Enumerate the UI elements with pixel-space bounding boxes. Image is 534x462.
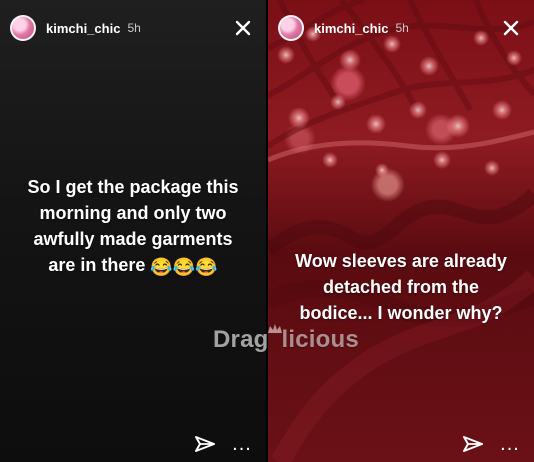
laughing-emoji-icon: 😂 — [172, 257, 196, 278]
send-icon — [195, 436, 215, 452]
more-icon: ... — [500, 433, 520, 455]
story-caption-left: So I get the package this morning and on… — [16, 174, 250, 278]
send-button[interactable] — [462, 435, 484, 453]
laughing-emoji-icon: 😂 — [195, 257, 218, 278]
story-time: 5h — [127, 21, 141, 35]
caption-line-text: are in there — [48, 255, 146, 276]
send-icon — [463, 436, 483, 452]
watermark-part-2: licious — [281, 326, 359, 353]
profile-avatar[interactable] — [278, 15, 304, 41]
story-panel-left: kimchi_chic 5h So I get the package this… — [0, 0, 266, 462]
close-button[interactable] — [500, 17, 522, 39]
watermark-part-1: Drag — [213, 326, 269, 353]
story-time: 5h — [395, 21, 409, 35]
dragalicious-watermark: Drag licious — [213, 324, 359, 354]
caption-line: are in there 😂😂😂 — [16, 252, 250, 278]
caption-line: bodice... I wonder why? — [299, 303, 503, 324]
instagram-story-comparison: kimchi_chic 5h So I get the package this… — [0, 0, 534, 462]
story-footer-right: ... — [268, 426, 534, 462]
caption-line: awfully made garments — [33, 229, 233, 250]
crown-icon — [268, 324, 283, 333]
story-header-right: kimchi_chic 5h — [268, 0, 534, 56]
story-caption-right: Wow sleeves are already detached from th… — [278, 248, 524, 326]
profile-avatar[interactable] — [10, 15, 36, 41]
more-button[interactable]: ... — [230, 433, 254, 455]
close-icon — [503, 20, 519, 36]
send-button[interactable] — [194, 435, 216, 453]
laughing-emoji-icon: 😂 — [150, 257, 173, 278]
more-icon: ... — [232, 433, 252, 455]
username[interactable]: kimchi_chic — [46, 21, 120, 36]
caption-line: Wow sleeves are already — [295, 251, 507, 271]
caption-line: So I get the package this — [27, 177, 239, 197]
close-icon — [235, 20, 251, 36]
more-button[interactable]: ... — [498, 433, 522, 455]
story-footer-left: ... — [0, 426, 266, 462]
close-button[interactable] — [232, 17, 254, 39]
story-header-left: kimchi_chic 5h — [0, 0, 266, 56]
username[interactable]: kimchi_chic — [314, 21, 388, 36]
caption-line: morning and only two — [39, 203, 227, 224]
sequin-fabric-image — [268, 0, 534, 462]
caption-line: detached from the — [322, 277, 480, 298]
story-panel-right: kimchi_chic 5h Wow sleeves are already d… — [268, 0, 534, 462]
